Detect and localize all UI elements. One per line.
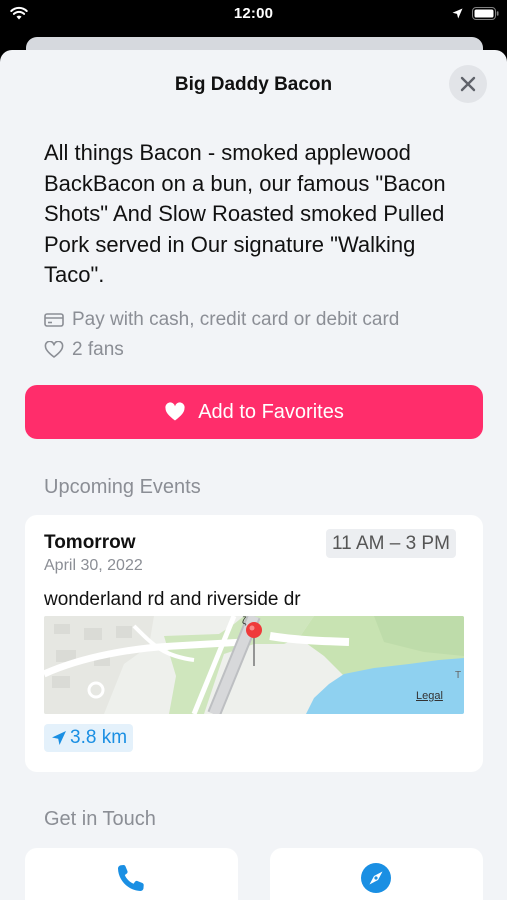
- distance-badge[interactable]: 3.8 km: [44, 724, 134, 752]
- event-card[interactable]: Tomorrow April 30, 2022 11 AM – 3 PM won…: [25, 515, 483, 772]
- event-day: Tomorrow: [44, 532, 136, 553]
- website-button[interactable]: [270, 848, 483, 900]
- map-image: ζ T: [44, 616, 464, 714]
- compass-icon: [361, 863, 391, 893]
- event-time-badge: 11 AM – 3 PM: [326, 529, 456, 558]
- status-time: 12:00: [233, 5, 274, 22]
- status-bar: 12:00: [0, 0, 507, 28]
- upcoming-events-heading: Upcoming Events: [44, 476, 201, 498]
- get-in-touch-heading: Get in Touch: [44, 808, 156, 830]
- heart-outline-icon: [44, 341, 64, 358]
- event-map[interactable]: ζ T Legal: [44, 616, 464, 714]
- vendor-description: All things Bacon - smoked applewood Back…: [44, 140, 446, 287]
- credit-card-icon: [44, 313, 64, 327]
- svg-text:ζ: ζ: [242, 616, 247, 627]
- location-arrow-icon: [52, 731, 66, 745]
- svg-text:T: T: [455, 670, 461, 681]
- add-to-favorites-button[interactable]: Add to Favorites: [25, 385, 483, 439]
- location-arrow-icon: [452, 8, 463, 19]
- phone-icon: [118, 865, 144, 891]
- add-to-favorites-label: Add to Favorites: [198, 400, 344, 423]
- close-icon: [460, 76, 476, 92]
- close-button[interactable]: [449, 65, 487, 103]
- event-date: April 30, 2022: [44, 557, 143, 574]
- fans-count: 2 fans: [72, 339, 124, 360]
- heart-icon: [165, 402, 185, 421]
- payment-info: Pay with cash, credit card or debit card: [44, 308, 399, 332]
- payment-text: Pay with cash, credit card or debit card: [72, 309, 400, 330]
- battery-icon: [472, 7, 499, 20]
- fans-info: 2 fans: [44, 338, 124, 362]
- event-location: wonderland rd and riverside dr: [44, 589, 301, 610]
- call-button[interactable]: [25, 848, 238, 900]
- map-legal-link[interactable]: Legal: [416, 690, 443, 702]
- distance-value: 3.8 km: [70, 727, 128, 748]
- page-title: Big Daddy Bacon: [174, 74, 333, 95]
- vendor-detail-sheet: Big Daddy Bacon All things Bacon - smoke…: [0, 50, 507, 900]
